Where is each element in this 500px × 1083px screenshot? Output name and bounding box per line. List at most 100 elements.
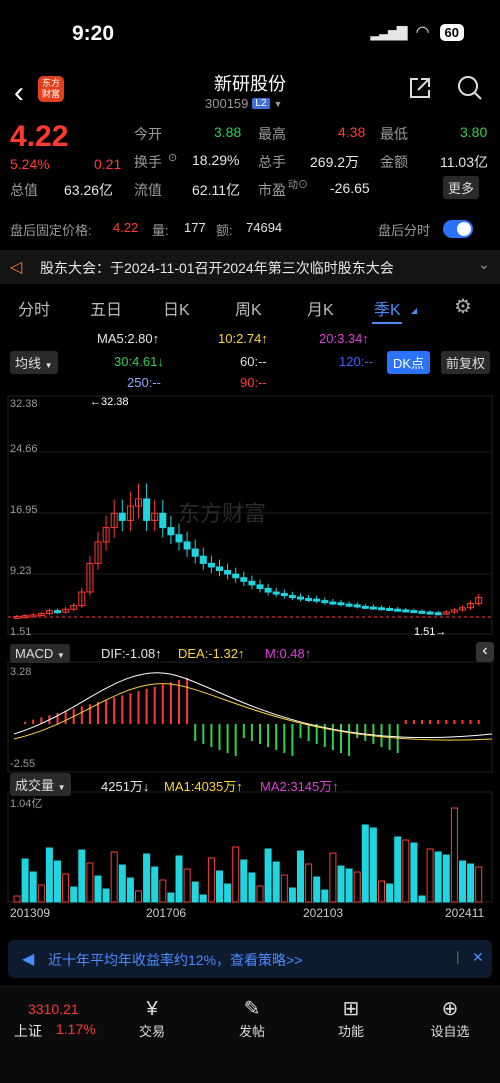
volume-bar xyxy=(54,860,61,903)
candle-body xyxy=(256,584,264,589)
price-axis-label: 9.23 xyxy=(10,565,32,577)
tab-weekly[interactable]: 周K xyxy=(235,296,262,320)
nav-trade[interactable]: ¥ 交易 xyxy=(122,997,182,1040)
x-axis-label: 202411 xyxy=(445,906,485,920)
search-icon[interactable] xyxy=(456,74,484,102)
candle-body xyxy=(216,566,223,572)
candle-body xyxy=(386,607,394,611)
macd-axis-bottom: -2.55 xyxy=(10,758,36,770)
volume-bar xyxy=(361,824,369,903)
volume-bar xyxy=(426,848,434,903)
tab-intraday[interactable]: 分时 xyxy=(18,296,50,320)
price-axis-label: 32.38 xyxy=(10,398,38,410)
volume-bar xyxy=(353,871,361,903)
collapse-panel-icon[interactable]: ‹ xyxy=(476,642,494,662)
chevron-down-icon: ▼ xyxy=(44,361,53,370)
info-icon[interactable]: ⊙ xyxy=(168,151,177,164)
grid-icon: ⊞ xyxy=(342,998,360,1020)
candle-body xyxy=(272,591,280,595)
active-tab-underline xyxy=(372,322,402,324)
volume-ma1: MA1:4035万↑ xyxy=(164,779,243,794)
volume-bar xyxy=(199,894,207,903)
macd-select[interactable]: MACD ▼ xyxy=(10,644,70,663)
status-bar: 9:20 ▂▃▅▇ ◠ 60 xyxy=(0,0,500,68)
volume-bar xyxy=(410,842,418,903)
share-icon[interactable] xyxy=(406,74,434,102)
volume-select[interactable]: 成交量 ▼ xyxy=(10,773,71,796)
low-annotation: 1.51→ xyxy=(414,626,447,638)
index-change: 1.17% xyxy=(56,1021,96,1037)
edit-icon: ✎ xyxy=(243,998,261,1020)
tab-five-day[interactable]: 五日 xyxy=(90,296,122,320)
price-axis-label: 16.95 xyxy=(10,504,38,516)
kline-chart[interactable]: MA5:2.80↑ 10:2.74↑ 20:3.34↑ 均线 ▼ 30:4.61… xyxy=(0,326,500,938)
volume-bar xyxy=(207,857,215,903)
watermark: 东方财富 xyxy=(178,501,267,526)
volume-bar xyxy=(369,827,377,903)
macd-dif-line xyxy=(13,672,493,738)
tab-dropdown-icon: ◢ xyxy=(411,306,418,315)
notice-bar[interactable]: ◁ 股东大会：于2024-11-01召开2024年第三次临时股东大会 ⌄ xyxy=(0,250,500,284)
volume-bar xyxy=(70,886,78,903)
ma5-label: MA5:2.80↑ xyxy=(97,331,160,346)
volume-bar xyxy=(337,865,345,903)
line-type-select[interactable]: 均线 ▼ xyxy=(10,351,58,374)
nav-trade-label: 交易 xyxy=(138,1024,165,1039)
candle-body xyxy=(183,541,191,550)
stock-code-row[interactable]: 300159 L2 ▼ xyxy=(205,96,282,111)
macd-m: M:0.48↑ xyxy=(265,646,312,661)
candle-body xyxy=(167,527,175,536)
volume-bar xyxy=(264,848,272,903)
more-button[interactable]: 更多 xyxy=(443,176,480,199)
volume-bar xyxy=(321,889,329,903)
amount-value: 11.03亿 xyxy=(440,154,488,170)
postmarket-label: 盘后固定价格: xyxy=(10,223,92,238)
volume-bar xyxy=(345,868,353,903)
level-badge: L2 xyxy=(252,98,270,109)
notice-text: 股东大会：于2024-11-01召开2024年第三次临时股东大会 xyxy=(40,260,394,276)
candle-body xyxy=(288,595,296,599)
volume-bar xyxy=(313,876,321,903)
adjust-button[interactable]: 前复权 xyxy=(441,351,491,374)
volume-bar xyxy=(297,850,304,903)
volume-bar xyxy=(442,854,450,903)
volume-bar xyxy=(240,859,248,903)
macd-panel-frame xyxy=(7,661,493,773)
kline-svg[interactable] xyxy=(0,394,500,938)
total-value-label: 总值 xyxy=(10,182,38,198)
candle-body xyxy=(143,498,151,521)
candle-body xyxy=(175,534,183,543)
close-icon[interactable]: ✕ xyxy=(472,949,484,966)
tab-quarterly[interactable]: 季K xyxy=(374,296,401,320)
change-amount: 0.21 xyxy=(94,156,122,172)
line-type-label: 均线 xyxy=(15,356,42,371)
tab-monthly[interactable]: 月K xyxy=(307,296,334,320)
macd-label: MACD xyxy=(15,646,54,661)
volume-bar xyxy=(280,874,288,903)
stock-code: 300159 xyxy=(205,96,249,111)
low-value: 3.80 xyxy=(460,124,488,140)
candle-body xyxy=(191,548,199,557)
chevron-down-icon[interactable]: ⌄ xyxy=(478,256,490,273)
volume-bar xyxy=(102,888,110,903)
banner-text: 近十年平均年收益率约12%，查看策略>> xyxy=(48,952,303,968)
candle-body xyxy=(305,597,313,601)
dk-point-button[interactable]: DK点 xyxy=(387,351,431,374)
nav-functions[interactable]: ⊞ 功能 xyxy=(321,997,381,1040)
gear-icon[interactable]: ⚙ xyxy=(454,294,472,319)
stock-header: ‹ 东方财富 新研股份 300159 L2 ▼ xyxy=(0,68,500,120)
volume-bar xyxy=(378,880,385,903)
volume-bar xyxy=(183,868,191,903)
x-axis-label: 201706 xyxy=(146,906,187,920)
strategy-banner[interactable]: ◀ 近十年平均年收益率约12%，查看策略>> | ✕ xyxy=(8,940,492,978)
dynamic-pe-icon[interactable]: 动⊙ xyxy=(288,176,308,191)
postmarket-toggle[interactable] xyxy=(443,220,473,238)
tab-daily[interactable]: 日K xyxy=(163,296,190,320)
change-percent: 5.24% xyxy=(10,156,50,172)
volume-bar xyxy=(29,871,37,903)
candle-body xyxy=(224,570,232,575)
nav-add-watchlist[interactable]: ⊕ 设自选 xyxy=(420,997,480,1040)
volume-bar xyxy=(151,866,159,903)
nav-post[interactable]: ✎ 发帖 xyxy=(222,997,282,1040)
postmarket-bar: 盘后固定价格: 4.22 量: 177 额: 74694 盘后分时 xyxy=(0,212,500,246)
